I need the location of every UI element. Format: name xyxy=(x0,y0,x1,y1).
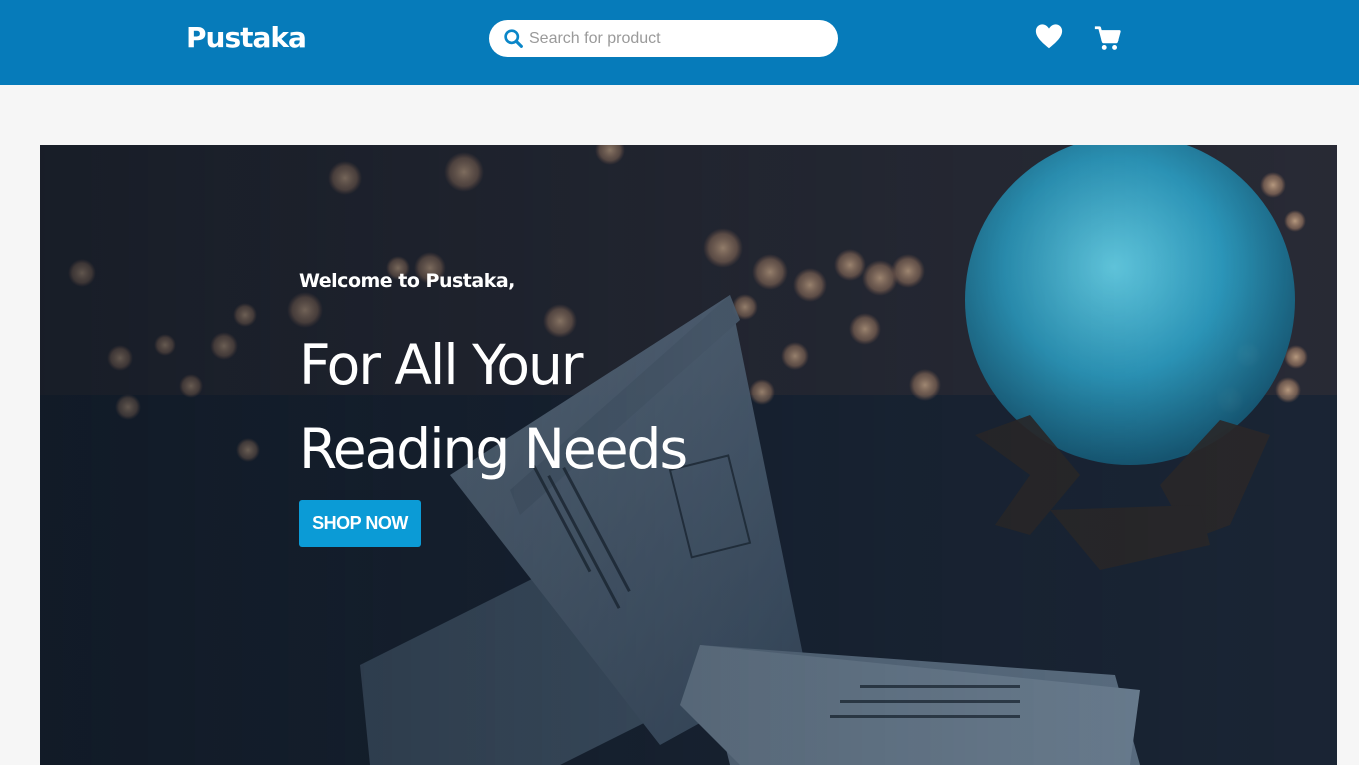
search-icon[interactable] xyxy=(503,28,524,49)
hero-title: For All Your Reading Needs xyxy=(299,323,819,491)
top-navbar: Pustaka xyxy=(0,0,1359,85)
hero-title-line-2: Reading Needs xyxy=(299,417,688,481)
hero-banner: Welcome to Pustaka, For All Your Reading… xyxy=(40,145,1337,765)
shop-now-button[interactable]: SHOP NOW xyxy=(299,500,421,547)
cart-icon[interactable] xyxy=(1093,24,1123,54)
hero-welcome-text: Welcome to Pustaka, xyxy=(299,270,515,292)
hero-title-line-1: For All Your xyxy=(299,333,584,397)
search-bar[interactable] xyxy=(489,20,838,57)
site-logo[interactable]: Pustaka xyxy=(186,20,307,56)
heart-icon[interactable] xyxy=(1034,22,1064,52)
search-input[interactable] xyxy=(529,24,819,53)
